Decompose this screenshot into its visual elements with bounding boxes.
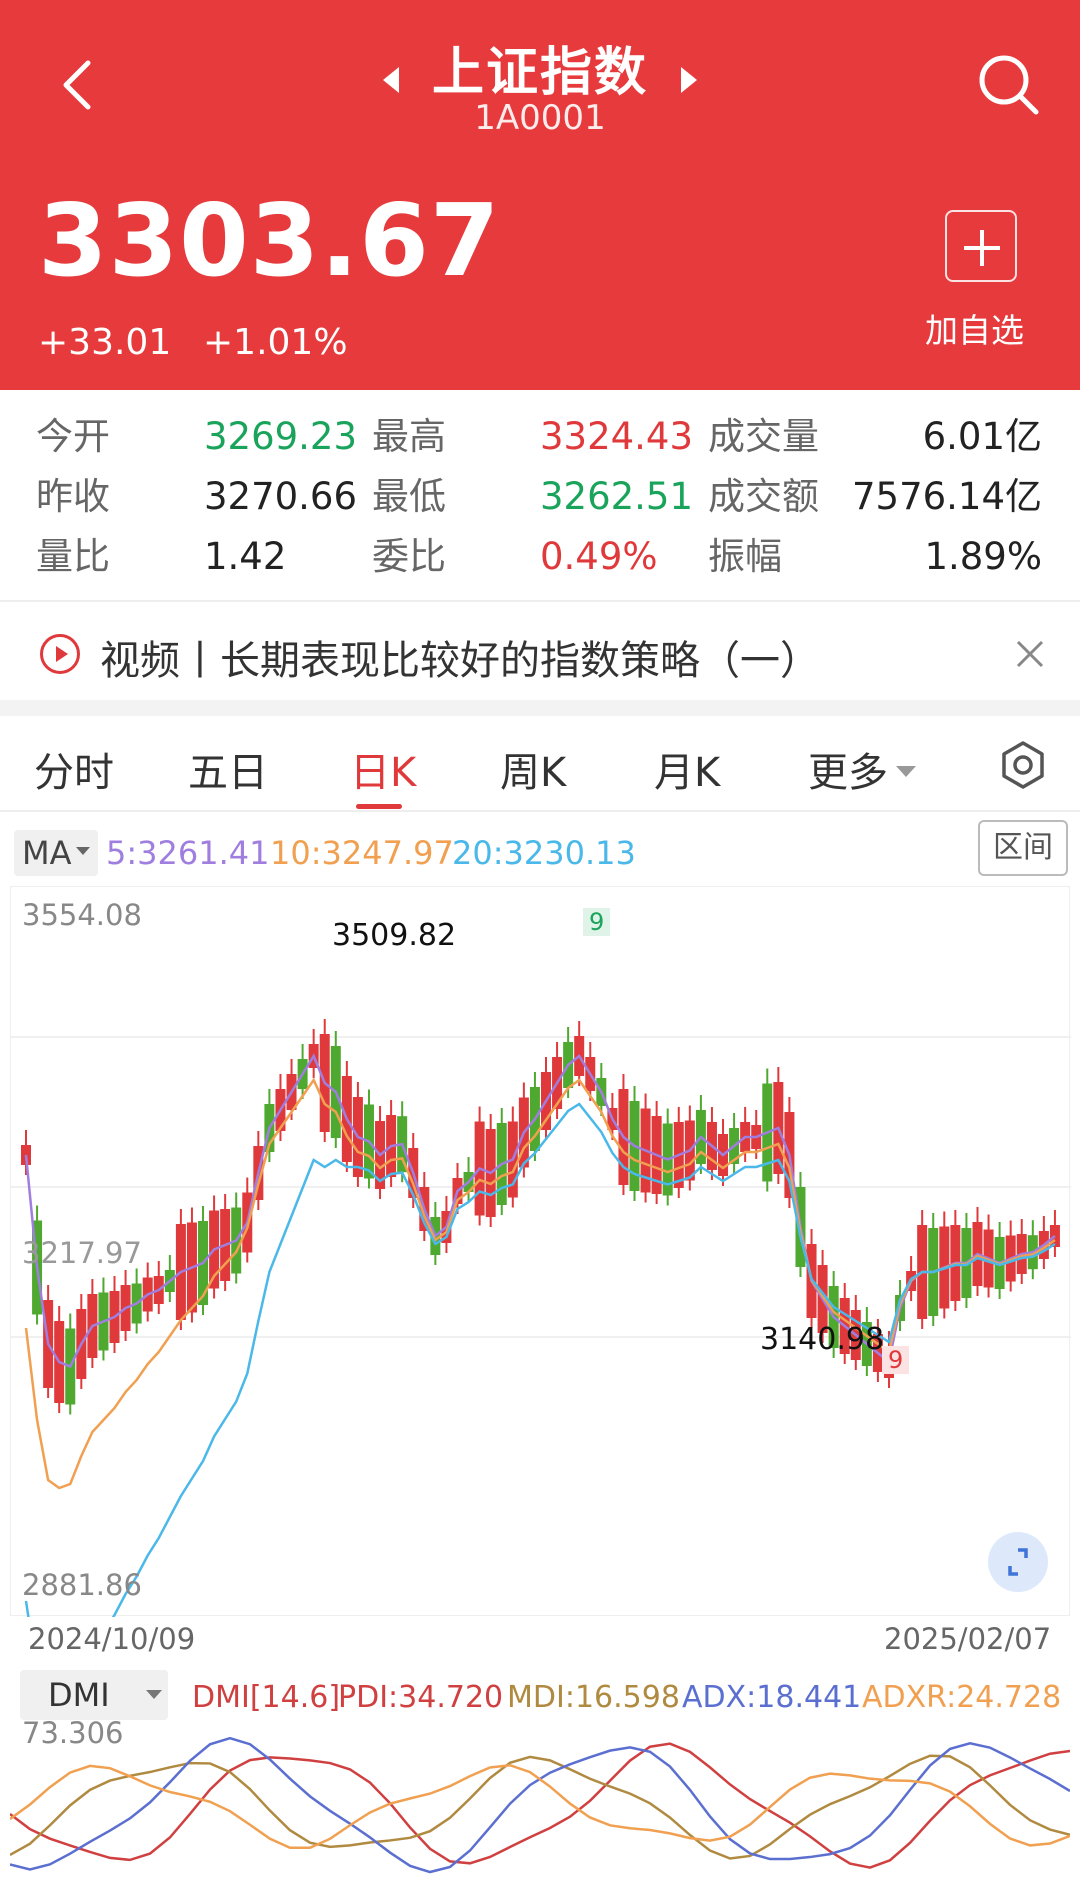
quote-label: 昨收 (36, 475, 110, 518)
close-icon[interactable] (1010, 634, 1050, 674)
y-axis-low: 2881.86 (22, 1568, 142, 1602)
kline-chart[interactable] (10, 886, 1071, 1722)
price-change: +33.01 (38, 322, 172, 363)
price-change-pct: +1.01% (203, 322, 348, 363)
td-sequence-marker: 9 (882, 1346, 910, 1374)
tab-five-day[interactable]: 五日 (188, 740, 268, 798)
quote-value: 6.01亿 (922, 415, 1042, 458)
ma10-value: 10:3247.97 (270, 834, 454, 872)
quote-value: 3269.23 (204, 415, 358, 458)
quote-label: 最低 (372, 475, 446, 518)
tab-daily-k[interactable]: 日K (350, 740, 416, 798)
page-title: 上证指数 (431, 43, 648, 103)
tab-monthly-k[interactable]: 月K (654, 740, 720, 798)
chevron-down-icon (146, 1690, 162, 1699)
tab-more-label: 更多 (808, 750, 888, 796)
prev-stock-icon[interactable] (382, 66, 399, 93)
quote-value: 1.42 (204, 535, 287, 578)
ma-selector-label: MA (22, 834, 72, 872)
indicator-selector-label: DMI (48, 1676, 110, 1714)
title-bar: 上证指数 (0, 30, 1080, 105)
quote-grid: 今开 3269.23 最高 3324.43 成交量 6.01亿 昨收 3270.… (0, 412, 1080, 592)
chevron-down-icon (896, 765, 916, 777)
search-icon[interactable] (972, 48, 1044, 120)
divider (0, 600, 1080, 602)
quote-value: 3262.51 (540, 475, 694, 518)
chevron-down-icon (75, 847, 90, 855)
chart-tabs: 分时 五日 日K 周K 月K 更多 (0, 716, 1080, 812)
tab-more[interactable]: 更多 (808, 740, 916, 798)
dmi-mdi: MDI:16.598 (507, 1680, 680, 1715)
quote-value: 0.49% (540, 535, 658, 578)
indicator-selector[interactable]: DMI (20, 1670, 168, 1720)
quote-value: 7576.14亿 (851, 475, 1042, 518)
ma-selector[interactable]: MA (14, 830, 98, 876)
ma20-value: 20:3230.13 (452, 834, 636, 872)
quote-label: 量比 (36, 535, 110, 578)
dmi-pdi: PDI:34.720 (338, 1680, 504, 1715)
y-axis-high: 3554.08 (22, 898, 142, 932)
ma5-value: 5:3261.41 (106, 834, 270, 872)
tab-intraday[interactable]: 分时 (34, 740, 114, 798)
quote-value: 3324.43 (540, 415, 694, 458)
play-icon (40, 634, 80, 674)
add-watchlist-button[interactable] (945, 210, 1017, 282)
expand-chart-icon[interactable] (988, 1532, 1048, 1592)
quote-label: 成交量 (708, 415, 819, 458)
kline-chart-canvas[interactable] (11, 887, 1071, 1722)
trough-price-label: 3140.98 (760, 1322, 885, 1357)
dmi-chart-canvas[interactable] (10, 1716, 1070, 1888)
peak-price-label: 3509.82 (332, 918, 457, 953)
stock-code: 1A0001 (474, 98, 606, 138)
quote-value: 3270.66 (204, 475, 358, 518)
dmi-adx: ADX:18.441 (682, 1680, 862, 1715)
divider (0, 700, 1080, 716)
date-start: 2024/10/09 (28, 1622, 196, 1656)
active-tab-indicator (356, 804, 402, 809)
dmi-params: DMI[14.6] (192, 1680, 341, 1715)
settings-gear-icon[interactable] (998, 740, 1048, 790)
dmi-adxr: ADXR:24.728 (862, 1680, 1062, 1715)
current-price: 3303.67 (38, 182, 501, 299)
next-stock-icon[interactable] (681, 66, 698, 93)
quote-label: 最高 (372, 415, 446, 458)
stock-header: 上证指数 1A0001 3303.67 +33.01 +1.01% 加自选 (0, 0, 1080, 390)
quote-label: 今开 (36, 415, 110, 458)
news-title[interactable]: 视频丨长期表现比较好的指数策略（一） (100, 628, 820, 686)
tab-weekly-k[interactable]: 周K (500, 740, 566, 798)
quote-label: 成交额 (708, 475, 819, 518)
quote-label: 委比 (372, 535, 446, 578)
add-watchlist-label[interactable]: 加自选 (925, 304, 1024, 352)
quote-value: 1.89% (924, 535, 1042, 578)
y-axis-mid: 3217.97 (22, 1236, 142, 1270)
td-sequence-marker: 9 (583, 908, 611, 936)
date-end: 2025/02/07 (884, 1622, 1052, 1656)
quote-label: 振幅 (708, 535, 782, 578)
ma-indicator-row: MA 5:3261.41 10:3247.97 20:3230.13 (0, 820, 1080, 884)
news-banner[interactable]: 视频丨长期表现比较好的指数策略（一） (0, 612, 1080, 696)
range-button[interactable]: 区间 (978, 820, 1068, 876)
